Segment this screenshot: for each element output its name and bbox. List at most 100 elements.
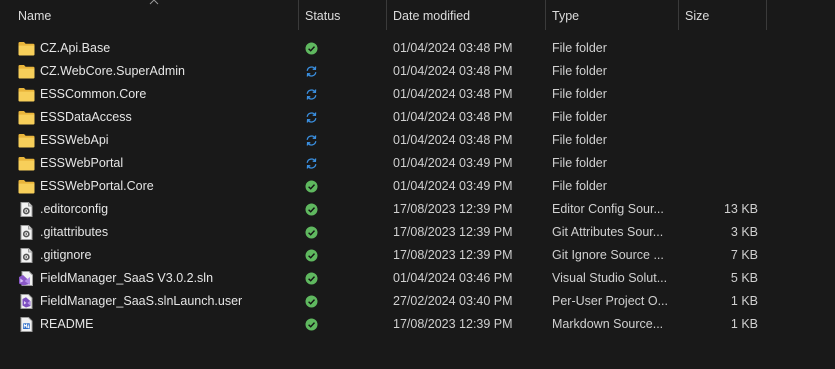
file-type: Markdown Source...: [552, 317, 664, 331]
syncing-icon: [305, 157, 318, 170]
file-size: [685, 129, 758, 152]
config-file-icon: [18, 225, 35, 240]
folder-icon: [18, 179, 35, 194]
file-name[interactable]: ESSWebPortal.Core: [40, 175, 295, 198]
file-type: File folder: [552, 64, 607, 78]
file-type: Visual Studio Solut...: [552, 271, 668, 285]
synced-icon: [305, 203, 318, 216]
syncing-icon: [305, 88, 318, 101]
file-date-modified: 01/04/2024 03:48 PM: [393, 110, 513, 124]
file-date-modified: 27/02/2024 03:40 PM: [393, 294, 513, 308]
user-project-file-icon: [18, 294, 35, 309]
synced-icon: [305, 180, 318, 193]
file-date-modified: 01/04/2024 03:49 PM: [393, 156, 513, 170]
file-name[interactable]: .gitattributes: [40, 221, 295, 244]
file-name[interactable]: FieldManager_SaaS V3.0.2.sln: [40, 267, 295, 290]
column-header-row: Name Status Date modified Type Size: [0, 0, 835, 32]
file-type: File folder: [552, 41, 607, 55]
file-name[interactable]: CZ.Api.Base: [40, 37, 295, 60]
visual-studio-solution-icon: [18, 271, 35, 286]
file-type: File folder: [552, 110, 607, 124]
file-row[interactable]: .editorconfig 17/08/2023 12:39 PM Editor C…: [0, 198, 835, 221]
file-row[interactable]: FieldManager_SaaS.slnLaunch.user 27/02/20…: [0, 290, 835, 313]
folder-icon: [18, 156, 35, 171]
folder-icon: [18, 41, 35, 56]
file-row[interactable]: .gitignore 17/08/2023 12:39 PM Git Ignore …: [0, 244, 835, 267]
file-date-modified: 01/04/2024 03:49 PM: [393, 179, 513, 193]
sort-ascending-icon[interactable]: [149, 0, 159, 6]
file-row[interactable]: ESSWebApi 01/04/2024 03:48 PM File folder: [0, 129, 835, 152]
file-size: 13 KB: [723, 202, 758, 216]
file-size: 5 KB: [730, 271, 758, 285]
file-type: File folder: [552, 179, 607, 193]
file-name[interactable]: ESSCommon.Core: [40, 83, 295, 106]
column-header-status[interactable]: Status: [305, 0, 340, 32]
file-date-modified: 17/08/2023 12:39 PM: [393, 202, 513, 216]
file-type: File folder: [552, 156, 607, 170]
syncing-icon: [305, 134, 318, 147]
column-divider[interactable]: [678, 0, 679, 30]
file-size: [685, 37, 758, 60]
file-name[interactable]: CZ.WebCore.SuperAdmin: [40, 60, 295, 83]
synced-icon: [305, 272, 318, 285]
synced-icon: [305, 318, 318, 331]
folder-icon: [18, 87, 35, 102]
column-header-size[interactable]: Size: [685, 0, 709, 32]
file-type: File folder: [552, 87, 607, 101]
file-date-modified: 01/04/2024 03:48 PM: [393, 133, 513, 147]
column-header-type[interactable]: Type: [552, 0, 579, 32]
file-size: 3 KB: [730, 225, 758, 239]
file-row[interactable]: .gitattributes 17/08/2023 12:39 PM Git Att…: [0, 221, 835, 244]
column-header-name[interactable]: Name: [18, 0, 51, 32]
file-size: [685, 106, 758, 129]
synced-icon: [305, 295, 318, 308]
column-divider[interactable]: [545, 0, 546, 30]
file-row[interactable]: README 17/08/2023 12:39 PM Markdown Source…: [0, 313, 835, 336]
file-row[interactable]: FieldManager_SaaS V3.0.2.sln 01/04/2024 0…: [0, 267, 835, 290]
file-row[interactable]: ESSCommon.Core 01/04/2024 03:48 PM File fo…: [0, 83, 835, 106]
file-row[interactable]: CZ.Api.Base 01/04/2024 03:48 PM File folde…: [0, 37, 835, 60]
folder-icon: [18, 110, 35, 125]
synced-icon: [305, 42, 318, 55]
file-name[interactable]: ESSWebApi: [40, 129, 295, 152]
file-name[interactable]: ESSDataAccess: [40, 106, 295, 129]
column-divider[interactable]: [766, 0, 767, 30]
column-divider[interactable]: [386, 0, 387, 30]
file-row[interactable]: ESSWebPortal.Core 01/04/2024 03:49 PM File…: [0, 175, 835, 198]
file-date-modified: 17/08/2023 12:39 PM: [393, 248, 513, 262]
file-date-modified: 17/08/2023 12:39 PM: [393, 317, 513, 331]
file-date-modified: 17/08/2023 12:39 PM: [393, 225, 513, 239]
file-row[interactable]: ESSDataAccess 01/04/2024 03:48 PM File fol…: [0, 106, 835, 129]
file-size: 7 KB: [730, 248, 758, 262]
file-date-modified: 01/04/2024 03:48 PM: [393, 41, 513, 55]
file-size: [685, 60, 758, 83]
file-name[interactable]: ESSWebPortal: [40, 152, 295, 175]
file-name[interactable]: README: [40, 313, 295, 336]
column-header-date-modified[interactable]: Date modified: [393, 0, 470, 32]
file-name[interactable]: FieldManager_SaaS.slnLaunch.user: [40, 290, 295, 313]
markdown-file-icon: [18, 317, 35, 332]
config-file-icon: [18, 202, 35, 217]
file-type: Editor Config Sour...: [552, 202, 664, 216]
file-type: Per-User Project O...: [552, 294, 668, 308]
syncing-icon: [305, 65, 318, 78]
file-date-modified: 01/04/2024 03:48 PM: [393, 64, 513, 78]
file-size: 1 KB: [730, 317, 758, 331]
file-size: 1 KB: [730, 294, 758, 308]
file-name[interactable]: .editorconfig: [40, 198, 295, 221]
file-name[interactable]: .gitignore: [40, 244, 295, 267]
file-row[interactable]: CZ.WebCore.SuperAdmin 01/04/2024 03:48 PM…: [0, 60, 835, 83]
column-divider[interactable]: [298, 0, 299, 30]
file-row[interactable]: ESSWebPortal 01/04/2024 03:49 PM File fold…: [0, 152, 835, 175]
synced-icon: [305, 249, 318, 262]
config-file-icon: [18, 248, 35, 263]
file-size: [685, 83, 758, 106]
file-date-modified: 01/04/2024 03:46 PM: [393, 271, 513, 285]
folder-icon: [18, 133, 35, 148]
file-type: File folder: [552, 133, 607, 147]
file-size: [685, 175, 758, 198]
file-date-modified: 01/04/2024 03:48 PM: [393, 87, 513, 101]
file-size: [685, 152, 758, 175]
synced-icon: [305, 226, 318, 239]
file-explorer-list: Name Status Date modified Type Size CZ.A…: [0, 0, 835, 369]
